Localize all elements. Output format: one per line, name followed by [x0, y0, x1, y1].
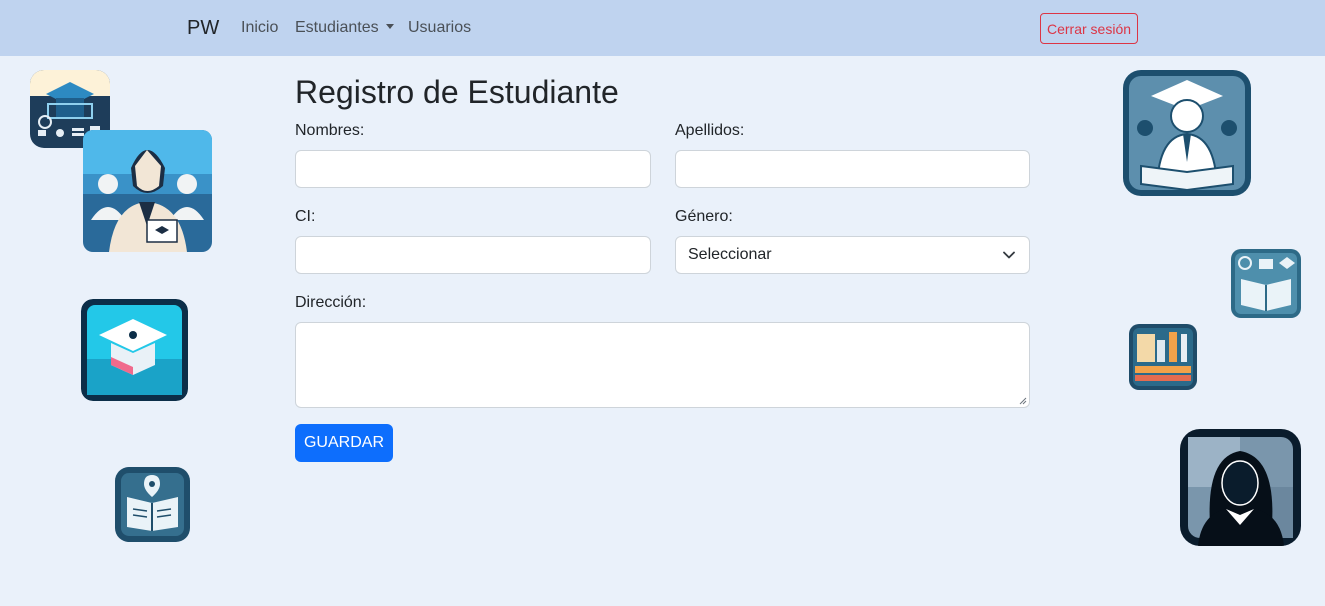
resize-handle-icon[interactable]	[1019, 397, 1027, 405]
caret-down-icon	[385, 24, 394, 29]
ci-input[interactable]	[295, 236, 651, 274]
nav-link-usuarios[interactable]: Usuarios	[408, 19, 471, 37]
navbar: PW Inicio Estudiantes Usuarios Cerrar se…	[0, 0, 1325, 56]
female-avatar-icon	[1180, 429, 1301, 546]
apellidos-input[interactable]	[675, 150, 1030, 188]
book-location-icon	[115, 467, 190, 542]
nav-link-inicio[interactable]: Inicio	[241, 19, 278, 37]
direccion-label: Dirección:	[295, 294, 367, 311]
graduation-cap-screen-icon	[81, 299, 188, 401]
book-education-icon	[1231, 249, 1301, 318]
direccion-textarea[interactable]	[295, 322, 1030, 408]
nombres-input[interactable]	[295, 150, 651, 188]
page-title: Registro de Estudiante	[295, 74, 619, 110]
chevron-down-icon	[1003, 251, 1015, 259]
navbar-brand[interactable]: PW	[187, 17, 219, 40]
guardar-button[interactable]: GUARDAR	[295, 424, 393, 462]
ci-label: CI:	[295, 208, 316, 225]
genero-select[interactable]: Seleccionar	[675, 236, 1030, 274]
apellidos-label: Apellidos:	[675, 122, 745, 139]
books-pencils-icon	[1129, 324, 1197, 390]
genero-label: Género:	[675, 208, 733, 225]
student-group-icon	[83, 130, 212, 252]
graduate-reading-icon	[1123, 70, 1251, 196]
genero-select-value: Seleccionar	[688, 246, 772, 263]
logout-button[interactable]: Cerrar sesión	[1040, 13, 1138, 44]
nav-link-estudiantes-label: Estudiantes	[295, 19, 379, 36]
nombres-label: Nombres:	[295, 122, 365, 139]
nav-dropdown-estudiantes[interactable]: Estudiantes	[295, 19, 394, 37]
